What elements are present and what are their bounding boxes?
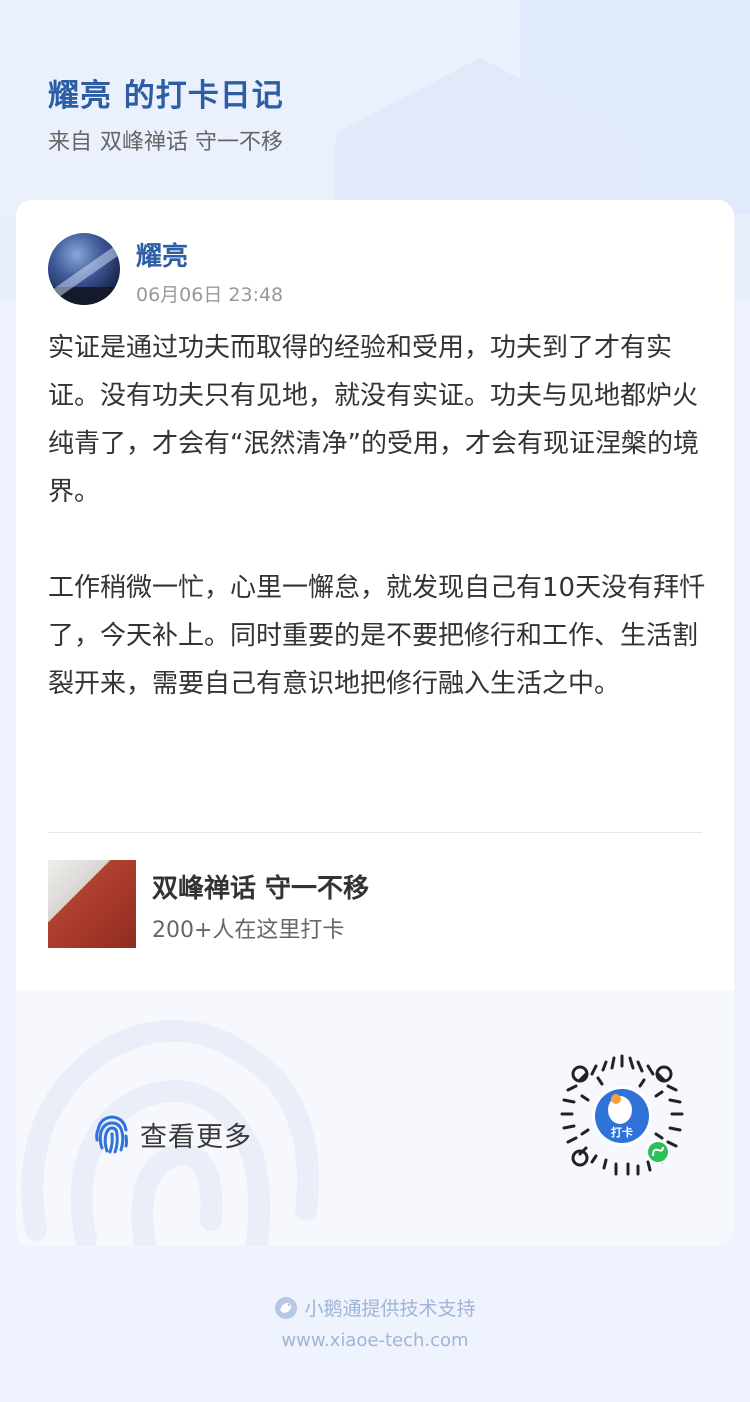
post-body: 实证是通过功夫而取得的经验和受用，功夫到了才有实证。没有功夫只有见地，就没有实证… <box>48 324 708 756</box>
post-paragraph: 实证是通过功夫而取得的经验和受用，功夫到了才有实证。没有功夫只有见地，就没有实证… <box>48 333 699 507</box>
avatar[interactable] <box>48 233 120 305</box>
footer-url[interactable]: www.xiaoe-tech.com <box>0 1330 750 1351</box>
divider <box>48 832 702 833</box>
view-more-label: 查看更多 <box>140 1121 252 1153</box>
mini-program-qr-code[interactable]: 打卡 <box>558 1052 686 1180</box>
author-name[interactable]: 耀亮 <box>136 236 188 273</box>
qr-badge-label: 打卡 <box>611 1125 633 1139</box>
fingerprint-icon <box>95 1115 128 1154</box>
group-name[interactable]: 双峰禅话 守一不移 <box>152 868 369 905</box>
source-line: 来自 双峰禅话 守一不移 <box>48 124 291 156</box>
group-member-count: 200+人在这里打卡 <box>152 918 345 943</box>
mini-program-icon <box>648 1142 668 1162</box>
diary-title: 耀亮 的打卡日记 <box>48 78 284 114</box>
source-group-name[interactable]: 双峰禅话 守一不移 <box>100 130 283 155</box>
footer-brand: 小鹅通提供技术支持 <box>0 1294 750 1321</box>
view-more-button[interactable]: 查看更多 <box>94 1114 252 1154</box>
bottom-card: 查看更多 打卡 <box>16 990 734 1246</box>
source-prefix: 来自 <box>48 130 93 155</box>
post-paragraph: 工作稍微一忙，心里一懈怠，就发现自己有10天没有拜忏了，今天补上。同时重要的是不… <box>48 573 706 699</box>
post-timestamp: 06月06日 23:48 <box>136 284 284 306</box>
group-cover-image[interactable] <box>48 860 136 948</box>
post-card: 耀亮 06月06日 23:48 实证是通过功夫而取得的经验和受用，功夫到了才有实… <box>16 200 734 990</box>
xiaoe-logo-icon <box>275 1296 298 1319</box>
footer-brand-text: 小鹅通提供技术支持 <box>304 1298 476 1320</box>
